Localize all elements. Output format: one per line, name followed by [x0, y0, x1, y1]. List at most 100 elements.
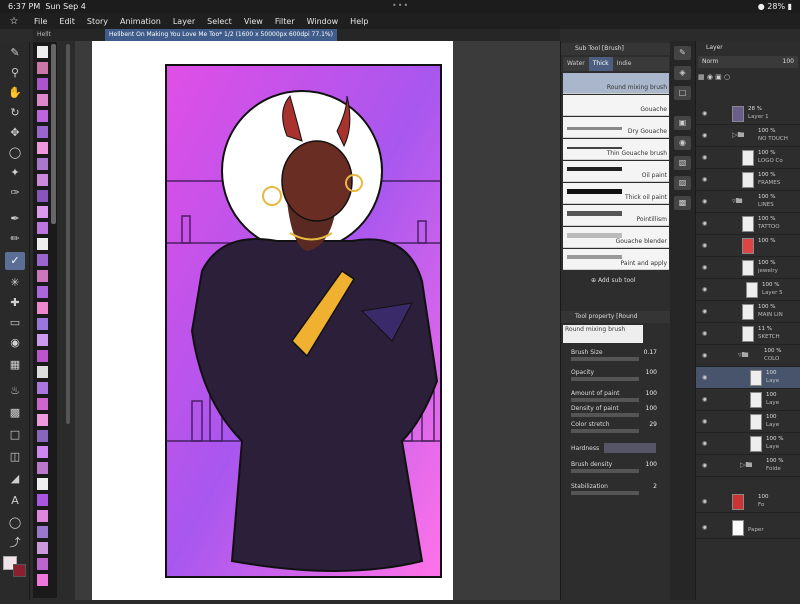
brush-item[interactable]: Pointillism — [563, 205, 669, 226]
page-thumbnail[interactable] — [37, 286, 48, 298]
layer-row[interactable]: ◉ 100 % MAIN LIN — [696, 301, 800, 323]
fill-layer-icon[interactable]: ▧ — [674, 156, 691, 170]
page-thumbnail[interactable] — [37, 510, 48, 522]
fill-icon[interactable]: ▦ — [5, 356, 25, 374]
page-thumbnail[interactable] — [37, 46, 48, 58]
layer-row[interactable]: ◉ 100 % — [696, 235, 800, 257]
prop-brush-density[interactable]: Brush density 100 — [571, 461, 667, 473]
layer-folder-row[interactable]: ◉ ▷🖿 100 % NO TOUCH — [696, 125, 800, 147]
layer-row[interactable]: ◉ 100 % jewelry — [696, 257, 800, 279]
brush-item[interactable]: Paint and apply — [563, 249, 669, 270]
balloon-icon[interactable]: ◯ — [5, 514, 25, 532]
decoration-icon[interactable]: ✚ — [5, 294, 25, 312]
clip-icon[interactable]: ◈ — [674, 66, 691, 80]
brush-item[interactable]: Thick oil paint — [563, 183, 669, 204]
layer-row[interactable]: ◉ 100 Laye — [696, 389, 800, 411]
figure-icon[interactable]: □ — [5, 426, 25, 444]
page-thumbnail[interactable] — [37, 254, 48, 266]
page-thumbnail[interactable] — [37, 142, 48, 154]
paper-layer-row[interactable]: ◉ Paper — [696, 517, 800, 539]
page-thumbnail[interactable] — [37, 62, 48, 74]
menu-story[interactable]: Story — [81, 17, 114, 26]
canvas-vertical-scrollbar[interactable] — [66, 44, 70, 424]
prop-amount-of-paint[interactable]: Amount of paint 100 — [571, 390, 667, 402]
new-layer-icon[interactable]: ✎ — [674, 46, 691, 60]
correct-line-icon[interactable]: ⤴ — [5, 534, 25, 552]
layer-opacity-value[interactable]: 100 — [783, 58, 794, 65]
tab-active[interactable]: Hellbent On Making You Love Me Too* 1/2 … — [105, 29, 337, 41]
layer-row[interactable]: ◉ 100 % Laye — [696, 433, 800, 455]
layer-row[interactable]: ◉ 100 % LOGO Co — [696, 147, 800, 169]
brush-item[interactable]: Round mixing brush — [563, 73, 669, 94]
canvas-page[interactable] — [92, 41, 453, 600]
menu-file[interactable]: File — [28, 17, 53, 26]
pen-icon[interactable]: ✒ — [5, 210, 25, 228]
menu-window[interactable]: Window — [301, 17, 345, 26]
prop-opacity[interactable]: Opacity 100 — [571, 369, 667, 381]
page-thumbnail[interactable] — [37, 270, 48, 282]
prop-brush-size[interactable]: Brush Size 0.17 — [571, 349, 667, 361]
layer-row[interactable]: ◉ 100 % FRAMES — [696, 169, 800, 191]
frame-icon[interactable]: ◫ — [5, 448, 25, 466]
lock-icon[interactable]: □ — [674, 86, 691, 100]
menu-filter[interactable]: Filter — [269, 17, 301, 26]
page-thumbnail[interactable] — [37, 350, 48, 362]
page-thumbnail[interactable] — [37, 494, 48, 506]
menu-help[interactable]: Help — [344, 17, 374, 26]
airbrush-icon[interactable]: ✳ — [5, 274, 25, 292]
menu-view[interactable]: View — [238, 17, 269, 26]
ruler-icon[interactable]: ◢ — [5, 470, 25, 488]
page-thumbnail[interactable] — [37, 190, 48, 202]
layer-row[interactable]: ◉ 28 % Layer 1 — [696, 103, 800, 125]
brush-item[interactable]: Gouache — [563, 95, 669, 116]
prop-stabilization[interactable]: Stabilization 2 — [571, 483, 667, 495]
page-thumbnail[interactable] — [37, 414, 48, 426]
page-thumbnail[interactable] — [37, 302, 48, 314]
page-thumbnail[interactable] — [37, 382, 48, 394]
page-thumbnail[interactable] — [37, 78, 48, 90]
prop-hardness[interactable]: Hardness — [571, 443, 667, 453]
rotate-icon[interactable]: ↻ — [5, 104, 25, 122]
blend-mode-row[interactable]: Norm 100 — [698, 56, 798, 68]
page-thumbnail[interactable] — [37, 174, 48, 186]
lasso-icon[interactable]: ◯ — [5, 144, 25, 162]
zoom-icon[interactable]: ⚲ — [5, 64, 25, 82]
text-icon[interactable]: A — [5, 492, 25, 510]
merge-icon[interactable]: ▨ — [674, 176, 691, 190]
pencil-icon[interactable]: ✏ — [5, 230, 25, 248]
layer-folder-row[interactable]: ◉ ▷🖿 100 % Folde — [696, 455, 800, 477]
page-thumbnail[interactable] — [37, 158, 48, 170]
page-thumbnail[interactable] — [37, 110, 48, 122]
page-thumbnail[interactable] — [37, 526, 48, 538]
pen-tool-icon[interactable]: ✎ — [5, 44, 25, 62]
brush-icon[interactable]: ✓ — [5, 252, 25, 270]
page-thumbnail[interactable] — [37, 478, 48, 490]
blend-icon[interactable]: ◉ — [5, 334, 25, 352]
eyedropper-icon[interactable]: ✑ — [5, 184, 25, 202]
tab-indie[interactable]: Indie — [613, 57, 636, 71]
magic-wand-icon[interactable]: ✦ — [5, 164, 25, 182]
layer-action-icons[interactable]: ▦ ◉ ▣ ○ — [698, 73, 730, 81]
page-thumbnail[interactable] — [37, 366, 48, 378]
page-thumbnail[interactable] — [37, 542, 48, 554]
brush-item[interactable]: Oil paint — [563, 161, 669, 182]
page-thumbnail[interactable] — [37, 94, 48, 106]
menu-select[interactable]: Select — [201, 17, 238, 26]
tab-inactive[interactable]: Hellt — [37, 31, 51, 38]
gradient-icon[interactable]: ▩ — [5, 404, 25, 422]
tab-water[interactable]: Water — [563, 57, 589, 71]
layer-folder-row[interactable]: ◉ ▿🖿 100 % LINES — [696, 191, 800, 213]
sub-color-swatch[interactable] — [13, 564, 26, 577]
prop-density-of-paint[interactable]: Density of paint 100 — [571, 405, 667, 417]
ref-icon[interactable]: ▣ — [674, 116, 691, 130]
eraser-icon[interactable]: ▭ — [5, 314, 25, 332]
hand-icon[interactable]: ✋ — [5, 84, 25, 102]
prop-color-stretch[interactable]: Color stretch 29 — [571, 421, 667, 433]
page-thumbnail[interactable] — [37, 430, 48, 442]
bucket-icon[interactable]: ♨ — [5, 382, 25, 400]
mask-icon[interactable]: ◉ — [674, 136, 691, 150]
add-sub-tool-button[interactable]: ⊕ Add sub tool — [591, 277, 635, 284]
layer-row-selected[interactable]: ◉ 100 Laye — [696, 367, 800, 389]
tab-thick[interactable]: Thick — [588, 57, 613, 71]
page-thumbnail[interactable] — [37, 574, 48, 586]
